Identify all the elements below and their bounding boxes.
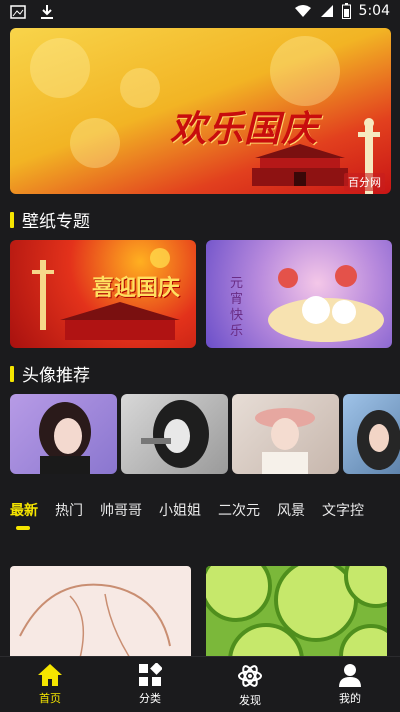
atom-icon <box>238 665 262 687</box>
battery-icon <box>341 3 351 19</box>
nav-category[interactable]: 分类 <box>100 657 200 712</box>
nav-category-label: 分类 <box>139 692 161 705</box>
status-time: 5:04 <box>358 3 390 19</box>
category-tabs: 最新 热门 帅哥哥 小姐姐 二次元 风景 文字控 <box>10 500 381 520</box>
avatar-card[interactable] <box>343 394 400 474</box>
avatar-photo <box>255 408 315 474</box>
tab-anime[interactable]: 二次元 <box>218 500 260 520</box>
banner-decoration <box>70 118 120 168</box>
wallpaper-card-caption: 元宵快乐 <box>230 276 244 339</box>
wallpaper-section-title: 壁纸专题 <box>22 212 90 232</box>
banner-decoration <box>30 38 90 98</box>
download-icon <box>41 5 53 19</box>
banner-decoration <box>270 36 340 106</box>
tab-text-art[interactable]: 文字控 <box>322 500 364 520</box>
nav-profile[interactable]: 我的 <box>300 657 400 712</box>
image-icon <box>10 5 26 19</box>
tab-popular[interactable]: 热门 <box>55 500 83 520</box>
banner-watermark: 百分网 <box>344 173 385 191</box>
avatar-photo <box>39 402 91 474</box>
wallpaper-topic-card[interactable]: 喜迎国庆 <box>10 240 196 348</box>
wallpaper-topic-card[interactable]: 元宵快乐 <box>206 240 392 348</box>
home-icon <box>38 664 62 686</box>
nav-home-label: 首页 <box>39 692 61 705</box>
avatar-section-title: 头像推荐 <box>22 366 90 386</box>
nav-profile-label: 我的 <box>339 692 361 705</box>
category-icon <box>139 663 162 686</box>
bottom-navigation: 首页 分类 发现 我的 <box>0 656 400 712</box>
tab-latest[interactable]: 最新 <box>10 500 38 520</box>
banner-decoration <box>120 68 160 108</box>
avatar-photo <box>357 410 400 470</box>
nav-discover-label: 发现 <box>239 694 261 707</box>
avatar-section-header: 头像推荐 <box>10 361 90 386</box>
section-accent-bar <box>10 365 14 382</box>
holiday-banner[interactable]: 欢乐国庆 百分网 <box>10 28 391 194</box>
wallpaper-grid-item[interactable] <box>10 566 191 658</box>
signal-icon <box>320 5 333 17</box>
lime-slices-image <box>206 566 387 658</box>
avatar-photo <box>141 400 209 468</box>
tab-scenery[interactable]: 风景 <box>277 500 305 520</box>
profile-icon <box>339 664 361 687</box>
tab-handsome-guys[interactable]: 帅哥哥 <box>100 500 142 520</box>
banner-title: 欢乐国庆 <box>170 108 319 150</box>
wallpaper-grid-item[interactable] <box>206 566 387 658</box>
nav-discover[interactable]: 发现 <box>200 657 300 712</box>
avatar-card[interactable] <box>232 394 339 474</box>
section-accent-bar <box>10 211 14 228</box>
wifi-icon <box>294 5 311 17</box>
active-tab-indicator <box>16 526 30 530</box>
anime-sketch-image <box>19 583 171 658</box>
tab-pretty-girls[interactable]: 小姐姐 <box>159 500 201 520</box>
avatar-card[interactable] <box>10 394 117 474</box>
status-bar: 5:04 <box>0 0 400 26</box>
wallpaper-section-header: 壁纸专题 <box>10 207 90 232</box>
nav-home[interactable]: 首页 <box>0 657 100 712</box>
wallpaper-card-caption: 喜迎国庆 <box>92 275 181 301</box>
avatar-card[interactable] <box>121 394 228 474</box>
